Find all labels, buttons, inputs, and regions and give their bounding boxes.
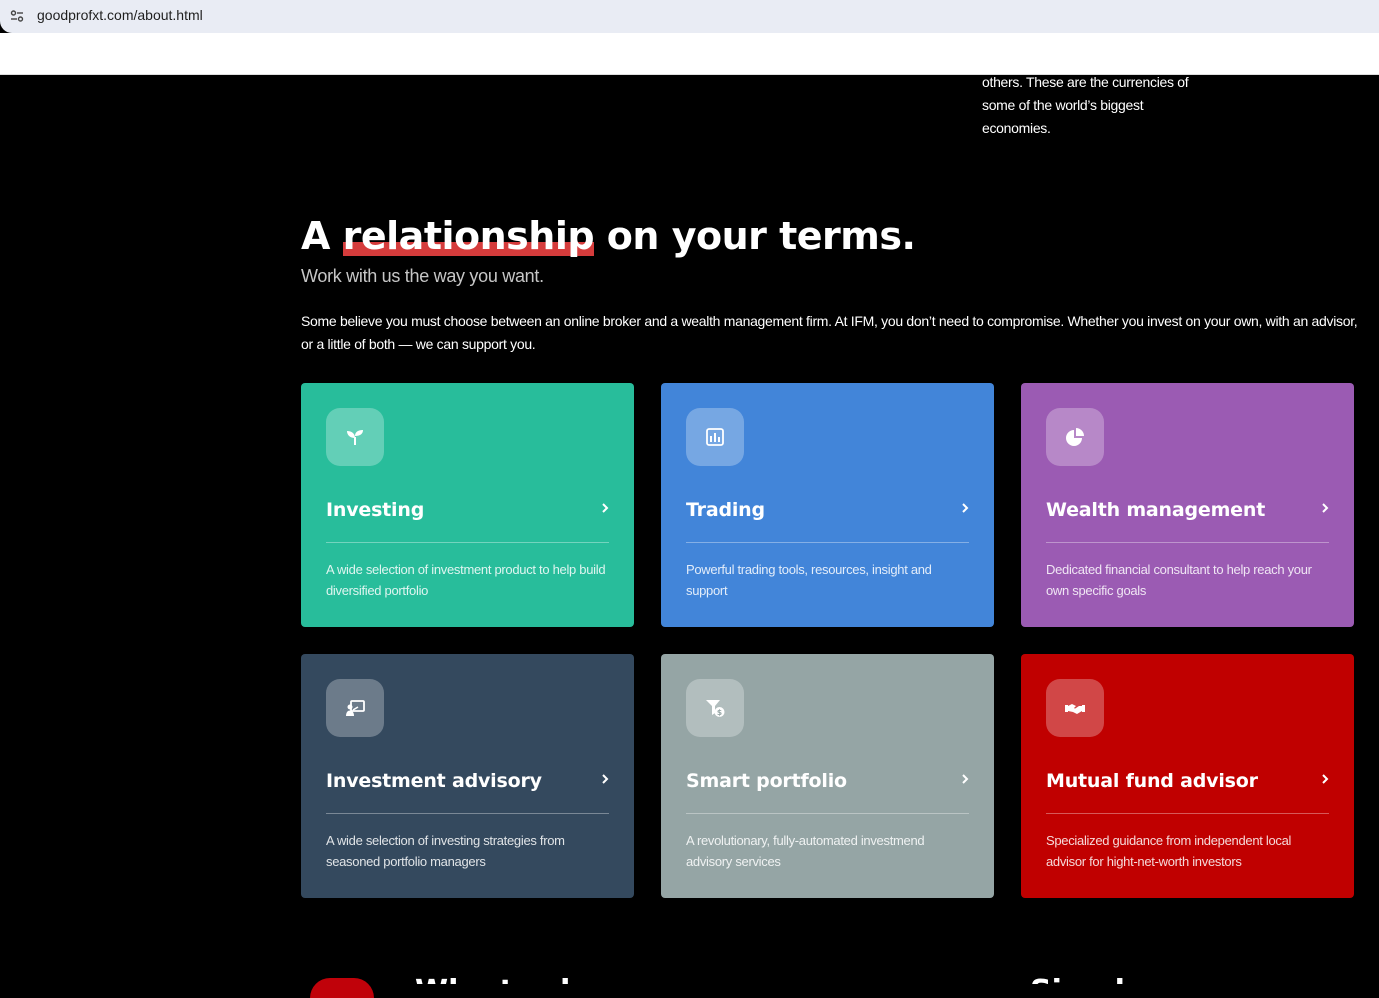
card-description: A wide selection of investing strategies… bbox=[326, 833, 565, 869]
heading-prefix: A bbox=[301, 214, 343, 258]
heading-suffix: on your terms. bbox=[594, 214, 916, 258]
card-title: Investing bbox=[326, 499, 425, 521]
card-description: Dedicated financial consultant to help r… bbox=[1046, 562, 1312, 598]
card-icon-box bbox=[326, 408, 384, 466]
chevron-right-icon[interactable] bbox=[960, 772, 970, 786]
card-description: A revolutionary, fully-automated investm… bbox=[686, 833, 925, 869]
chevron-right-icon[interactable] bbox=[960, 501, 970, 515]
card-divider bbox=[1046, 542, 1329, 543]
chevron-right-icon[interactable] bbox=[600, 501, 610, 515]
svg-text:$: $ bbox=[717, 708, 722, 717]
previous-text-line: economies. bbox=[982, 120, 1051, 136]
service-card-investment-advisory[interactable]: Investment advisory A wide selection of … bbox=[301, 654, 634, 898]
service-card-investing[interactable]: Investing A wide selection of investment… bbox=[301, 383, 634, 627]
card-icon-box bbox=[1046, 679, 1104, 737]
heading-highlight: relationship bbox=[342, 214, 595, 258]
chevron-right-icon[interactable] bbox=[1320, 772, 1330, 786]
next-section-badge bbox=[310, 978, 374, 998]
card-icon-box bbox=[326, 679, 384, 737]
section-heading: A relationship on your terms. bbox=[301, 214, 916, 258]
page-header-strip bbox=[0, 33, 1379, 75]
card-title: Smart portfolio bbox=[686, 770, 847, 792]
browser-address-bar[interactable]: goodprofxt.com/about.html bbox=[0, 0, 1379, 33]
service-card-smart-portfolio[interactable]: $ Smart portfolio A revolutionary, fully… bbox=[661, 654, 994, 898]
card-divider bbox=[686, 542, 969, 543]
next-section-heading-left: Why trade with IFM? bbox=[415, 972, 655, 984]
handshake-icon bbox=[1065, 704, 1085, 714]
card-description: A wide selection of investment product t… bbox=[326, 562, 606, 598]
card-title: Wealth management bbox=[1046, 499, 1266, 521]
bar-chart-icon bbox=[706, 428, 724, 446]
next-heading-right-text: Simple, secure & transparent bbox=[1030, 974, 1310, 984]
url-text[interactable]: goodprofxt.com/about.html bbox=[37, 7, 203, 23]
previous-text-line: some of the world’s biggest bbox=[982, 97, 1144, 113]
presentation-icon bbox=[346, 700, 365, 716]
card-divider bbox=[1046, 813, 1329, 814]
next-section-heading-right: Simple, secure & transparent bbox=[1030, 972, 1310, 984]
card-title: Trading bbox=[686, 499, 765, 521]
funnel-dollar-icon: $ bbox=[706, 700, 725, 717]
previous-section-text: others. These are the currencies of some… bbox=[982, 71, 1222, 140]
chevron-right-icon[interactable] bbox=[1320, 501, 1330, 515]
previous-text-line: others. These are the currencies of bbox=[982, 74, 1189, 90]
card-divider bbox=[326, 542, 609, 543]
card-icon-box bbox=[686, 408, 744, 466]
heading-highlight-word: relationship bbox=[342, 214, 595, 258]
card-icon-box: $ bbox=[686, 679, 744, 737]
service-card-trading[interactable]: Trading Powerful trading tools, resource… bbox=[661, 383, 994, 627]
chevron-right-icon[interactable] bbox=[600, 772, 610, 786]
section-subtitle: Work with us the way you want. bbox=[301, 266, 544, 286]
card-description: Powerful trading tools, resources, insig… bbox=[686, 562, 932, 598]
card-icon-box bbox=[1046, 408, 1104, 466]
pie-chart-icon bbox=[1066, 428, 1084, 446]
card-divider bbox=[686, 813, 969, 814]
service-card-mutual-fund-advisor[interactable]: Mutual fund advisor Specialized guidance… bbox=[1021, 654, 1354, 898]
card-description: Specialized guidance from independent lo… bbox=[1046, 833, 1292, 869]
card-title: Investment advisory bbox=[326, 770, 542, 792]
next-heading-left-text: Why trade with IFM? bbox=[415, 974, 655, 984]
section-intro: Some believe you must choose between an … bbox=[301, 313, 1358, 352]
card-title: Mutual fund advisor bbox=[1046, 770, 1258, 792]
service-card-wealth-management[interactable]: Wealth management Dedicated financial co… bbox=[1021, 383, 1354, 627]
site-settings-icon[interactable] bbox=[10, 9, 24, 23]
card-divider bbox=[326, 813, 609, 814]
sprout-icon bbox=[347, 430, 363, 445]
